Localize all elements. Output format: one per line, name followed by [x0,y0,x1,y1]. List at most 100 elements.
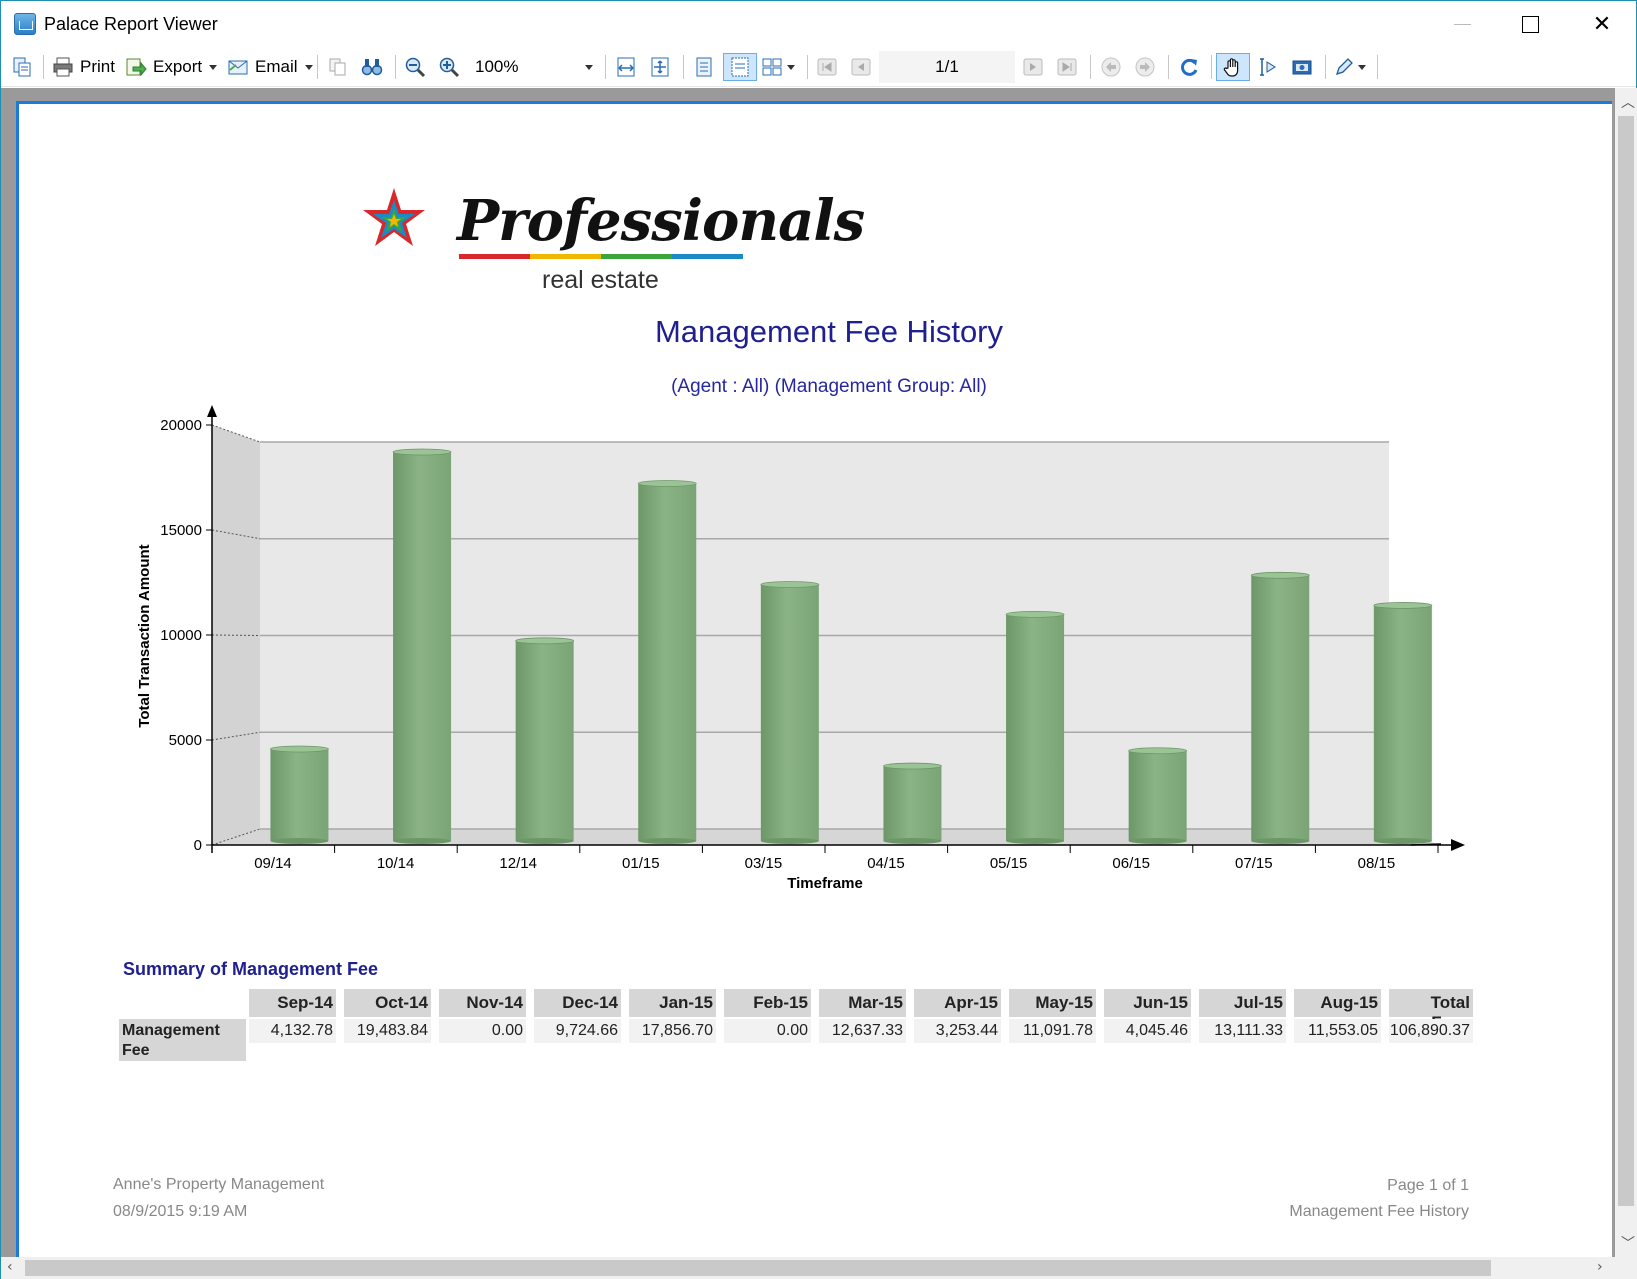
scroll-right-icon[interactable]: › [1597,1259,1603,1275]
refresh-icon [1181,58,1198,76]
summary-cell: 11,553.05 [1294,1019,1381,1043]
minimize-button[interactable] [1429,1,1495,47]
last-page-button[interactable] [1056,53,1078,81]
y-tick-label: 0 [194,837,202,854]
snapshot-icon [1292,60,1312,75]
horizontal-scrollbar[interactable]: ‹ › [1,1257,1615,1279]
text-select-icon [1260,58,1276,76]
refresh-button[interactable] [1178,53,1200,81]
summary-row-label: Management Fee [119,1019,246,1061]
vertical-scrollbar[interactable]: ︿ ﹀ [1615,88,1637,1257]
bar-base [1251,838,1310,844]
last-page-icon [1057,58,1077,76]
select-tool-button[interactable] [1257,53,1279,81]
pen-icon [1335,58,1353,76]
y-tick-label: 5000 [169,732,202,749]
toolbar: Print Export Email 100% 1/1 [1,47,1636,87]
binoculars-icon [361,59,383,76]
scroll-left-icon[interactable]: ‹ [7,1259,13,1275]
vertical-scroll-thumb[interactable] [1618,116,1634,1206]
bar-cap [760,581,820,588]
bar-base [760,838,819,844]
bar-cap [1373,602,1433,609]
report-page: Professionals real estate Management Fee… [16,101,1612,1271]
zoom-in-button[interactable] [438,53,460,81]
maximize-button[interactable] [1497,1,1563,47]
bar [1251,575,1310,841]
export-button[interactable]: Export [125,53,218,81]
whole-page-button[interactable] [649,53,671,81]
summary-column-header: Dec-14 [534,989,621,1017]
close-button[interactable]: ✕ [1569,1,1635,47]
zoom-value: 100% [475,57,519,76]
zoom-select[interactable]: 100% [471,51,599,83]
forward-button[interactable] [1134,53,1156,81]
annotation-button[interactable] [1333,53,1366,81]
report-viewport[interactable]: Professionals real estate Management Fee… [1,88,1615,1271]
continuous-page-button[interactable] [723,53,757,81]
summary-column-header: Sep-14 [249,989,336,1017]
summary-column-header: Apr-15 [914,989,1001,1017]
y-axis-arrow [207,405,217,417]
copy-button[interactable] [327,53,349,81]
find-button[interactable] [361,53,383,81]
zoom-out-icon [405,57,426,78]
email-button[interactable]: Email [227,53,313,81]
y-tick-label: 15000 [160,522,202,539]
horizontal-scroll-thumb[interactable] [25,1260,1491,1276]
back-button[interactable] [1100,53,1122,81]
summary-cell: 4,045.46 [1104,1019,1191,1043]
next-page-icon [1023,58,1043,76]
page-width-button[interactable] [615,53,637,81]
back-icon [1101,57,1121,77]
zoom-out-button[interactable] [404,53,426,81]
x-tick-label: 01/15 [622,855,660,872]
scroll-up-icon[interactable]: ︿ [1621,92,1635,112]
bar [1128,750,1187,841]
email-icon [228,60,248,75]
management-fee-chart: 0 5000 10000 15000 20000 09/14 10/14 12/14 01/15… [136,405,1465,892]
previous-page-button[interactable] [850,53,872,81]
report-viewer-window: Palace Report Viewer ✕ Print Export Emai… [0,0,1637,1279]
bar-base [1373,838,1432,844]
summary-cell: 0.00 [724,1019,811,1043]
previous-page-icon [851,58,871,76]
summary-cell: 9,724.66 [534,1019,621,1043]
email-label: Email [255,57,298,76]
hand-tool-button[interactable] [1216,53,1250,81]
x-axis-title: Timeframe [787,875,863,892]
multi-page-button[interactable] [761,53,795,81]
bar-base [270,838,329,844]
toolbar-separator [807,55,808,79]
x-tick-label: 10/14 [377,855,415,872]
scroll-down-icon[interactable]: ﹀ [1621,1233,1635,1253]
next-page-button[interactable] [1022,53,1044,81]
toolbar-separator [43,55,44,79]
document-map-button[interactable] [11,53,33,81]
page-number-field[interactable]: 1/1 [879,51,1015,83]
bar-base [393,838,452,844]
summary-cell: 0.00 [439,1019,526,1043]
footer-company: Anne's Property Management [113,1176,325,1193]
bar [638,483,697,841]
close-icon: ✕ [1592,11,1612,37]
bar-cap [392,448,452,456]
summary-cell: 19,483.84 [344,1019,431,1043]
footer-page-number: Page 1 of 1 [1387,1177,1469,1194]
summary-column-header: Jun-15 [1104,989,1191,1017]
single-page-button[interactable] [693,53,715,81]
scrollbar-corner [1615,1257,1637,1279]
multi-page-icon [762,58,782,76]
toolbar-separator [1090,55,1091,79]
x-tick-label: 04/15 [867,855,905,872]
print-button[interactable]: Print [52,53,115,81]
copy-icon [329,58,346,76]
snapshot-tool-button[interactable] [1291,53,1313,81]
bar-cap [1005,610,1065,618]
bar-base [638,838,697,844]
printer-icon [53,57,73,77]
x-tick-label: 08/15 [1358,855,1396,872]
first-page-icon [817,58,837,76]
y-tick-label: 10000 [160,627,202,644]
first-page-button[interactable] [816,53,838,81]
